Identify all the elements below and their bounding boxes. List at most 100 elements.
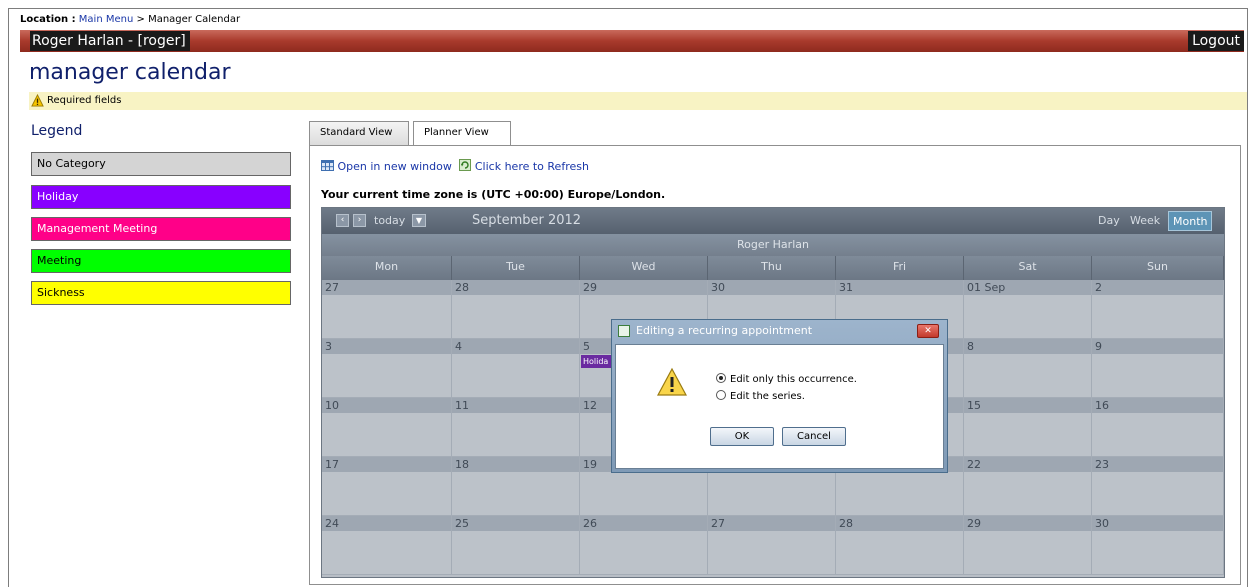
next-month-button[interactable]: ›: [353, 214, 366, 227]
cancel-button[interactable]: Cancel: [782, 427, 846, 446]
day-number: 28: [836, 516, 963, 531]
breadcrumb-current: Manager Calendar: [148, 14, 241, 25]
radio-edit-occurrence-label: Edit only this occurrence.: [730, 374, 857, 385]
dialog-body: Edit only this occurrence. Edit the seri…: [615, 344, 944, 469]
day-header: Sat: [964, 256, 1092, 280]
dialog-title: Editing a recurring appointment: [636, 324, 813, 337]
warning-icon: [31, 94, 44, 107]
radio-button[interactable]: [716, 390, 726, 400]
calendar-day-cell[interactable]: 17: [322, 457, 452, 516]
calendar-day-cell[interactable]: 28: [452, 280, 580, 339]
day-number: 29: [964, 516, 1091, 531]
legend-item: Holiday: [31, 185, 291, 209]
breadcrumb: Location : Main Menu > Manager Calendar: [20, 14, 240, 25]
day-number: 26: [580, 516, 707, 531]
calendar-day-cell[interactable]: 9: [1092, 339, 1224, 398]
page-title: manager calendar: [29, 60, 231, 85]
day-header: Thu: [708, 256, 836, 280]
calendar-day-cell[interactable]: 2: [1092, 280, 1224, 339]
calendar-day-cell[interactable]: 26: [580, 516, 708, 575]
radio-button-selected[interactable]: [716, 373, 726, 383]
day-number: 10: [322, 398, 451, 413]
refresh-link[interactable]: Click here to Refresh: [475, 160, 589, 173]
day-number: 15: [964, 398, 1091, 413]
legend-item: Sickness: [31, 281, 291, 305]
day-header: Fri: [836, 256, 964, 280]
calendar-day-cell[interactable]: 18: [452, 457, 580, 516]
legend-item: Management Meeting: [31, 217, 291, 241]
breadcrumb-label: Location :: [20, 14, 76, 25]
day-header: Sun: [1092, 256, 1224, 280]
calendar-toolbar: ‹ › today ▼ September 2012 Day Week Mont…: [322, 208, 1224, 234]
calendar-day-cell[interactable]: 24: [322, 516, 452, 575]
calendar-icon: [321, 160, 334, 171]
open-new-window-link[interactable]: Open in new window: [338, 160, 452, 173]
calendar-day-cell[interactable]: 15: [964, 398, 1092, 457]
day-number: 9: [1092, 339, 1223, 354]
day-header: Mon: [322, 256, 452, 280]
calendar-day-cell[interactable]: 22: [964, 457, 1092, 516]
today-button[interactable]: today: [374, 214, 405, 227]
calendar-day-cell[interactable]: 3: [322, 339, 452, 398]
day-header: Tue: [452, 256, 580, 280]
day-number: 24: [322, 516, 451, 531]
day-number: 4: [452, 339, 579, 354]
day-number: 17: [322, 457, 451, 472]
logout-button[interactable]: Logout: [1188, 31, 1244, 51]
calendar-day-cell[interactable]: 27: [322, 280, 452, 339]
view-month-button[interactable]: Month: [1168, 211, 1213, 231]
warning-icon: [656, 367, 688, 396]
required-fields-text: Required fields: [47, 95, 122, 106]
legend-title: Legend: [31, 123, 83, 139]
tab-planner-view[interactable]: Planner View: [413, 121, 511, 146]
view-week-button[interactable]: Week: [1130, 214, 1160, 227]
radio-edit-occurrence[interactable]: Edit only this occurrence.: [716, 373, 857, 385]
tab-standard-view[interactable]: Standard View: [309, 121, 409, 145]
user-name: Roger Harlan - [roger]: [30, 31, 190, 51]
calendar-day-cell[interactable]: 10: [322, 398, 452, 457]
day-number: 2: [1092, 280, 1223, 295]
day-number: 27: [322, 280, 451, 295]
day-number: 11: [452, 398, 579, 413]
day-number: 18: [452, 457, 579, 472]
calendar-day-cell[interactable]: 8: [964, 339, 1092, 398]
day-header: Wed: [580, 256, 708, 280]
day-number: 31: [836, 280, 963, 295]
day-number: 27: [708, 516, 835, 531]
calendar-day-cell[interactable]: 4: [452, 339, 580, 398]
breadcrumb-separator: >: [136, 14, 145, 25]
timezone-text: Your current time zone is (UTC +00:00) E…: [321, 188, 666, 201]
calendar-day-cell[interactable]: 30: [1092, 516, 1224, 575]
day-number: 01 Sep: [964, 280, 1091, 295]
dialog-window-icon: [618, 325, 630, 337]
date-picker-dropdown[interactable]: ▼: [412, 214, 426, 227]
calendar-day-cell[interactable]: 28: [836, 516, 964, 575]
panel-links: Open in new window Click here to Refresh: [321, 159, 589, 173]
view-day-button[interactable]: Day: [1098, 214, 1120, 227]
day-number: 3: [322, 339, 451, 354]
day-number: 25: [452, 516, 579, 531]
calendar-day-cell[interactable]: 11: [452, 398, 580, 457]
prev-month-button[interactable]: ‹: [336, 214, 349, 227]
close-icon[interactable]: ✕: [917, 324, 939, 338]
day-number: 22: [964, 457, 1091, 472]
breadcrumb-main-menu-link[interactable]: Main Menu: [79, 14, 134, 25]
radio-edit-series[interactable]: Edit the series.: [716, 390, 805, 402]
day-number: 30: [1092, 516, 1223, 531]
ok-button[interactable]: OK: [710, 427, 774, 446]
refresh-icon: [459, 159, 472, 171]
calendar-day-cell[interactable]: 27: [708, 516, 836, 575]
required-fields-notice: Required fields: [29, 92, 1247, 110]
calendar-day-cell[interactable]: 25: [452, 516, 580, 575]
day-number: 8: [964, 339, 1091, 354]
recurring-appointment-dialog: Editing a recurring appointment ✕ Edit o…: [611, 319, 948, 473]
calendar-day-cell[interactable]: 16: [1092, 398, 1224, 457]
radio-edit-series-label: Edit the series.: [730, 391, 805, 402]
day-number: 16: [1092, 398, 1223, 413]
day-number: 28: [452, 280, 579, 295]
calendar-day-cell[interactable]: 23: [1092, 457, 1224, 516]
user-bar: Roger Harlan - [roger] Logout: [20, 30, 1244, 52]
calendar-day-cell[interactable]: 01 Sep: [964, 280, 1092, 339]
calendar-day-cell[interactable]: 29: [964, 516, 1092, 575]
calendar-month-title: September 2012: [472, 213, 582, 228]
